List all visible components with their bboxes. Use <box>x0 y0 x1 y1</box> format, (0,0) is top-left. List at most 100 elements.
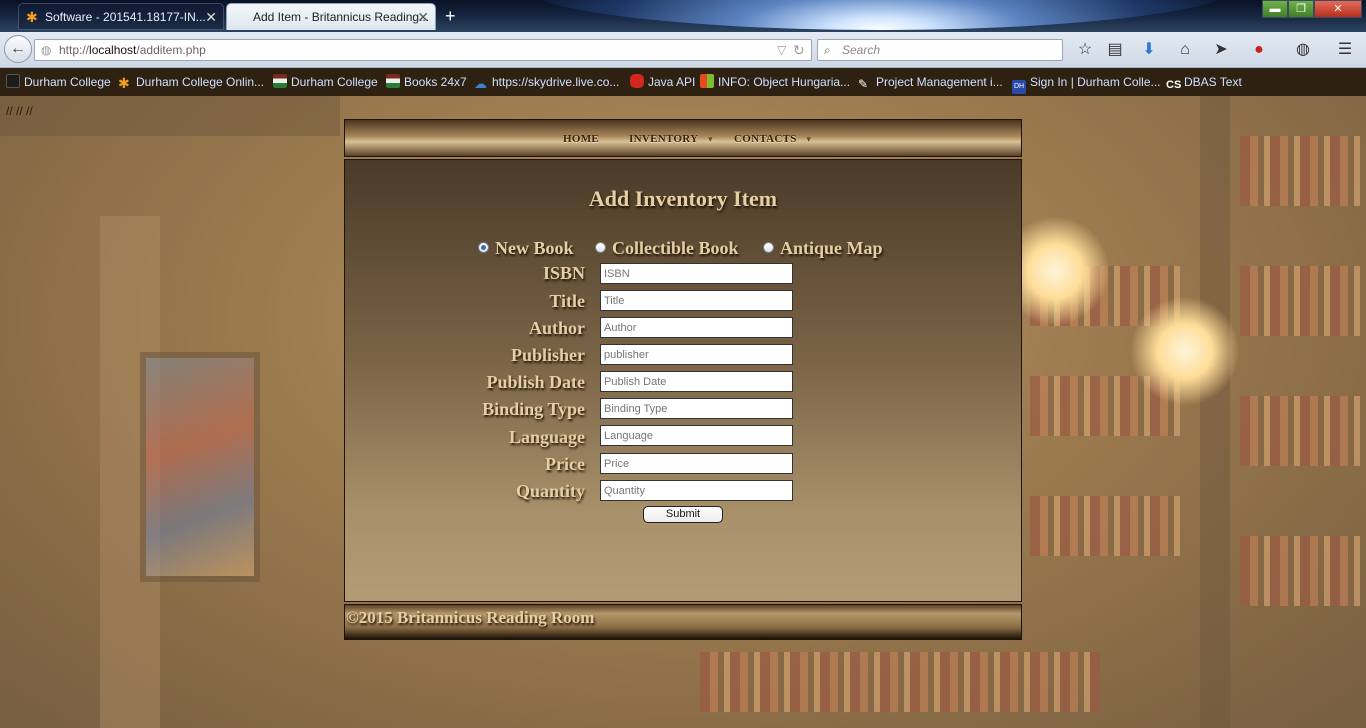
bookmark-item[interactable]: Durham College <box>273 68 378 96</box>
menu-label: HOME <box>563 133 600 145</box>
author-field[interactable] <box>600 317 793 338</box>
copyright-text: ©2015 Britannicus Reading Room <box>346 608 595 627</box>
download-icon[interactable]: ⬇ <box>1138 40 1160 60</box>
blank-page-icon <box>6 74 20 88</box>
quantity-field[interactable] <box>600 480 793 501</box>
reload-icon[interactable]: ↻ <box>793 40 805 60</box>
maximize-button[interactable]: ❐ <box>1288 0 1314 18</box>
back-button[interactable]: ← <box>4 35 32 63</box>
close-tab-icon[interactable]: ✕ <box>417 4 429 30</box>
price-field[interactable] <box>600 453 793 474</box>
asterisk-logo-icon: ✱ <box>118 75 130 91</box>
tab-label: Software - 201541.18177-IN... <box>45 10 206 24</box>
title-field[interactable] <box>600 290 793 311</box>
radio-button[interactable] <box>763 242 774 253</box>
cloud-icon: ☁ <box>474 76 487 91</box>
send-icon[interactable]: ➤ <box>1210 40 1232 60</box>
bookmark-item[interactable]: ✎ Project Management i... <box>858 68 1003 96</box>
menu-item-inventory[interactable]: INVENTORY ▼ <box>629 120 715 158</box>
flag-icon <box>273 74 287 88</box>
publisher-label: Publisher <box>510 345 585 365</box>
radio-label: Antique Map <box>780 238 883 258</box>
navigation-toolbar: ← ◍ http://localhost/additem.php ▽ ↻ ⌕ S… <box>0 32 1366 68</box>
bookmark-label: Java API <box>648 75 696 89</box>
isbn-field[interactable] <box>600 263 793 284</box>
bookmark-item[interactable]: Durham College <box>6 68 111 96</box>
language-label: Language <box>508 427 585 447</box>
globe-icon: ◍ <box>41 43 52 57</box>
bookmark-item[interactable]: INFO: Object Hungaria... <box>700 68 850 96</box>
radio-collectible-book[interactable]: Collectible Book <box>595 238 739 260</box>
home-icon[interactable]: ⌂ <box>1174 40 1196 60</box>
cs-icon: CS <box>1166 79 1182 91</box>
address-bar[interactable]: ◍ http://localhost/additem.php ▽ ↻ <box>34 39 812 61</box>
radio-antique-map[interactable]: Antique Map <box>763 238 883 260</box>
bookmark-label: Durham College <box>24 75 111 89</box>
menu-label: INVENTORY <box>629 133 699 145</box>
back-arrow-icon: ← <box>10 40 26 57</box>
breadcrumb: // // // <box>6 104 33 118</box>
bookmark-item[interactable]: CS DBAS Text <box>1166 68 1242 96</box>
close-window-button[interactable]: ✕ <box>1314 0 1362 18</box>
addon-icon[interactable]: ◍ <box>1292 40 1314 60</box>
menu-item-home[interactable]: HOME <box>563 120 599 158</box>
radio-label: Collectible Book <box>612 238 739 258</box>
binding-type-label: Binding Type <box>482 399 585 419</box>
radio-new-book[interactable]: New Book <box>478 238 574 260</box>
menu-icon[interactable]: ☰ <box>1334 40 1356 60</box>
bookmark-label: Project Management i... <box>876 75 1003 89</box>
asterisk-logo-icon: ✱ <box>26 9 38 25</box>
tab-label: Add Item - Britannicus Reading... <box>253 10 430 24</box>
site-menu-bar: HOME INVENTORY ▼ CONTACTS ▼ <box>344 119 1022 157</box>
reading-list-icon[interactable]: ▤ <box>1104 40 1126 60</box>
bookmark-label: DBAS Text <box>1184 75 1242 89</box>
close-tab-icon[interactable]: ✕ <box>205 4 217 29</box>
bookmark-label: https://skydrive.live.co... <box>492 75 620 89</box>
tab-software[interactable]: ✱ Software - 201541.18177-IN... ✕ <box>18 3 224 30</box>
url-host: localhost <box>89 43 137 57</box>
earth-background-image <box>520 0 1240 30</box>
bookmark-star-icon[interactable]: ☆ <box>1074 40 1096 60</box>
dropdown-arrow-icon[interactable]: ▽ <box>777 40 786 60</box>
binding-type-field[interactable] <box>600 398 793 419</box>
tab-add-item[interactable]: Add Item - Britannicus Reading... ✕ <box>226 3 436 30</box>
pen-icon: ✎ <box>858 77 869 91</box>
language-field[interactable] <box>600 425 793 446</box>
publisher-field[interactable] <box>600 344 793 365</box>
menu-label: CONTACTS <box>734 133 797 145</box>
search-icon: ⌕ <box>824 43 831 57</box>
chevron-down-icon: ▼ <box>706 135 715 144</box>
author-label: Author <box>528 318 585 338</box>
publish-date-field[interactable] <box>600 371 793 392</box>
site-footer: ©2015 Britannicus Reading Room <box>344 604 1022 640</box>
radio-button[interactable] <box>595 242 606 253</box>
oracle-icon <box>630 74 644 88</box>
bookmark-item[interactable]: Java API <box>630 68 695 96</box>
new-tab-button[interactable]: + <box>445 3 456 29</box>
search-input[interactable]: ⌕ Search <box>817 39 1063 61</box>
bookmark-item[interactable]: Books 24x7 <box>386 68 467 96</box>
add-item-panel: Add Inventory Item New Book Collectible … <box>344 159 1022 602</box>
submit-button[interactable]: Submit <box>643 506 723 523</box>
bookmark-label: INFO: Object Hungaria... <box>718 75 851 89</box>
bookmark-item[interactable]: ☁ https://skydrive.live.co... <box>474 68 619 96</box>
page-title: Add Inventory Item <box>588 186 778 211</box>
minimize-button[interactable]: ▬ <box>1262 0 1288 18</box>
dc-icon: DH <box>1012 80 1026 94</box>
bookmark-item[interactable]: ✱ Durham College Onlin... <box>118 68 264 96</box>
radio-button[interactable] <box>478 242 489 253</box>
flag-icon <box>386 74 400 88</box>
chevron-down-icon: ▼ <box>804 135 813 144</box>
isbn-label: ISBN <box>542 263 585 283</box>
menu-item-contacts[interactable]: CONTACTS ▼ <box>734 120 813 158</box>
search-placeholder: Search <box>842 43 881 57</box>
price-label: Price <box>545 454 585 474</box>
bookmark-item[interactable]: DH Sign In | Durham Colle... <box>1012 68 1161 96</box>
adblock-icon[interactable]: ● <box>1248 40 1270 60</box>
windows-icon <box>700 74 714 88</box>
bookmarks-bar: Durham College ✱ Durham College Onlin... … <box>0 68 1366 96</box>
title-label: Title <box>549 291 585 311</box>
browser-tab-strip: ✱ Software - 201541.18177-IN... ✕ Add It… <box>0 0 1366 32</box>
radio-label: New Book <box>495 238 574 258</box>
bookmark-label: Books 24x7 <box>404 75 467 89</box>
